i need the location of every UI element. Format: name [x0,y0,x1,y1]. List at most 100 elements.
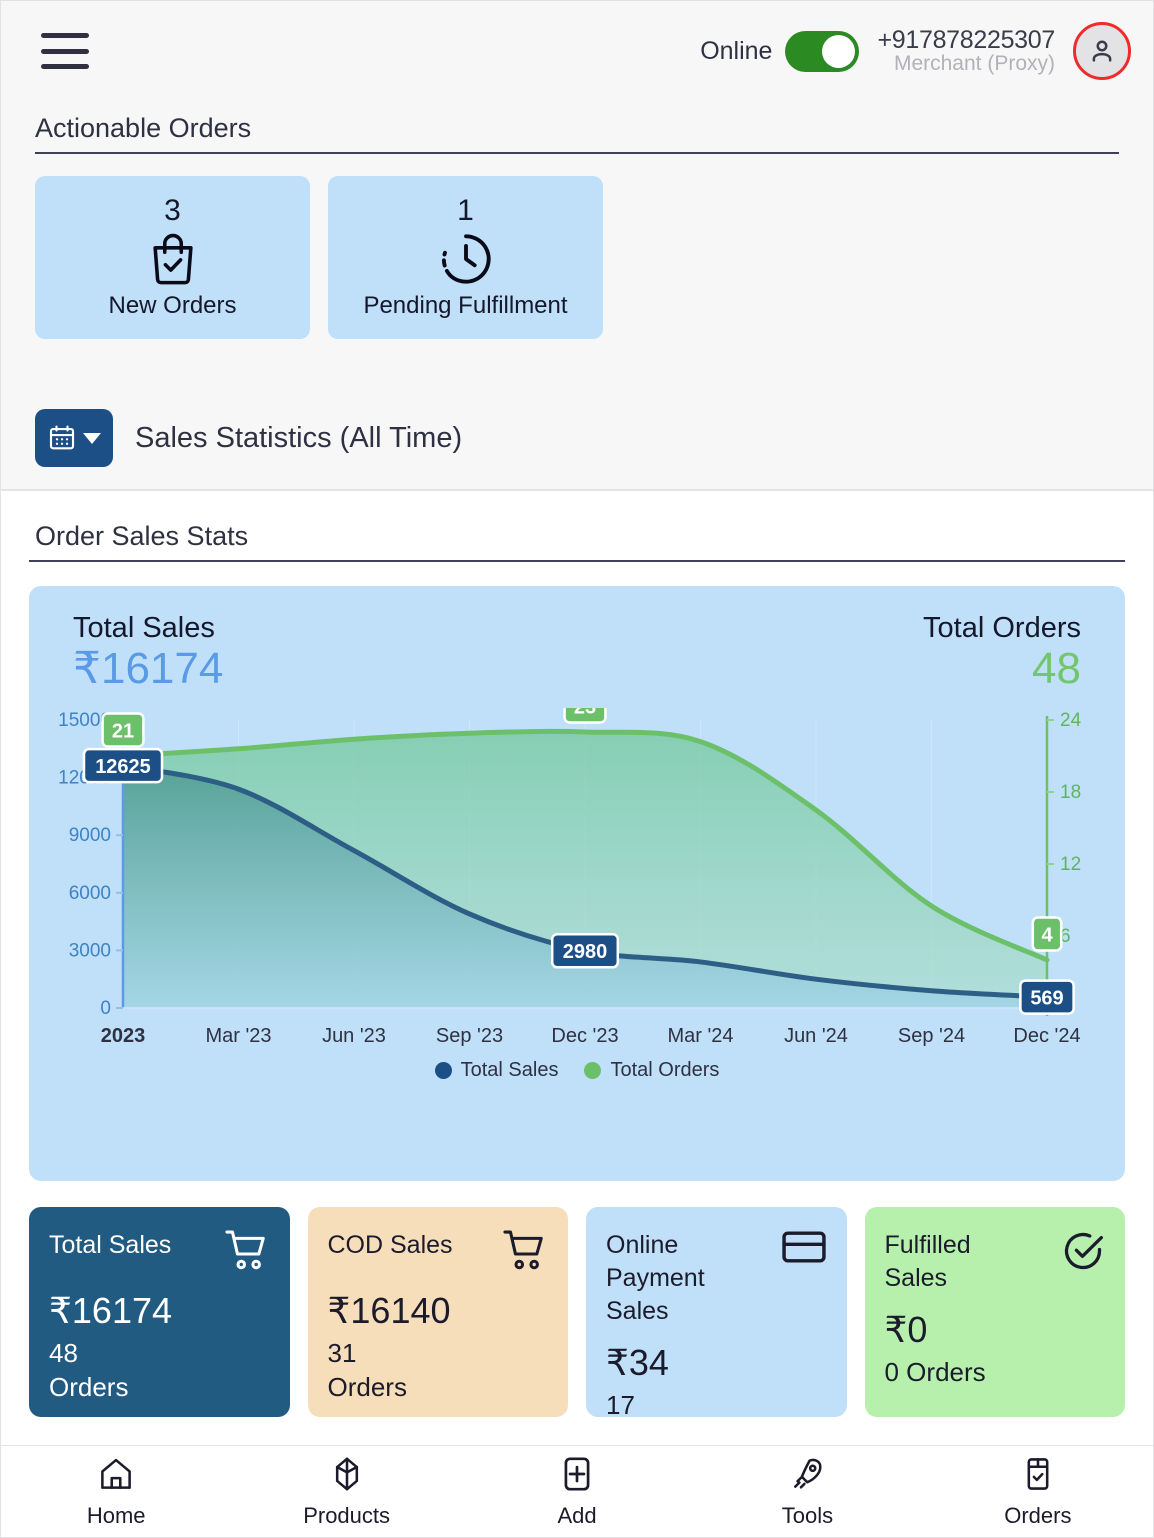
kpi-total-sales-orders-word: Orders [49,1372,129,1403]
online-status-group: Online [700,30,860,72]
kpi-fulfilled-sales-orders: 0 Orders [885,1356,1106,1390]
chart-svg: 03000600090001200015000061218242023Mar '… [58,707,1082,1047]
svg-text:2980: 2980 [563,941,608,963]
svg-text:2023: 2023 [101,1025,146,1047]
svg-text:23: 23 [574,708,596,718]
online-toggle[interactable] [785,30,860,72]
pending-fulfillment-label: Pending Fulfillment [363,292,568,320]
credit-card-icon [781,1229,827,1270]
legend-label-total-sales: Total Sales [460,1058,559,1081]
svg-text:Mar '23: Mar '23 [205,1025,271,1047]
legend-dot-total-orders [584,1061,602,1079]
svg-text:24: 24 [1060,710,1082,731]
kpi-online-payment-amount: ₹34 [606,1342,669,1383]
kpi-online-payment-label: Online Payment Sales [606,1231,705,1325]
kpi-total-sales-orders-count: 48 [49,1338,78,1369]
svg-text:12: 12 [1060,854,1081,875]
chart-total-sales-label: Total Sales [73,612,215,644]
bottom-navigation: Home Products Add Tools Orders [1,1445,1153,1537]
svg-text:Jun '24: Jun '24 [784,1025,848,1047]
svg-text:Sep '24: Sep '24 [898,1025,965,1047]
kpi-total-sales-orders: 48 Orders [49,1337,270,1405]
chart-total-sales-value: ₹16174 [73,644,224,694]
kpi-cod-sales-amount: ₹16140 [327,1290,451,1331]
kpi-card-fulfilled-sales[interactable]: Fulfilled Sales ₹0 0 Orders [864,1207,1125,1417]
plus-square-icon [558,1455,596,1498]
toggle-knob [822,34,856,68]
kpi-total-sales-label: Total Sales [49,1231,172,1259]
check-circle-icon [1061,1229,1105,1278]
svg-text:3000: 3000 [69,940,111,961]
chart-total-sales-summary: Total Sales ₹16174 [73,612,223,694]
kpi-cod-sales-orders-count: 31 [327,1338,357,1369]
nav-item-add[interactable]: Add [462,1455,692,1529]
shopping-cart-icon [224,1229,270,1276]
sales-statistics-header: Sales Statistics (All Time) [1,409,1153,491]
chart-total-orders-summary: Total Orders 48 [923,612,1081,694]
top-bar-right: Online +917878225307 Merchant (Proxy) [700,22,1131,80]
user-avatar-icon[interactable] [1073,22,1131,80]
sales-statistics-title: Sales Statistics (All Time) [135,421,463,454]
hamburger-menu-icon[interactable] [41,33,89,69]
kpi-card-online-payment-sales[interactable]: Online Payment Sales ₹34 17 [586,1207,847,1417]
nav-label-tools: Tools [781,1502,834,1528]
rocket-icon [788,1455,826,1498]
order-sales-stats-title: Order Sales Stats [29,521,1125,562]
svg-text:4: 4 [1041,924,1053,946]
kpi-cod-sales-orders-word: Orders [327,1372,407,1403]
svg-text:21: 21 [112,720,134,742]
nav-label-add: Add [557,1502,597,1528]
nav-item-products[interactable]: Products [231,1455,461,1529]
pending-fulfillment-count: 1 [457,193,474,227]
account-role: Merchant (Proxy) [893,52,1055,76]
sales-chart-card: Total Sales ₹16174 Total Orders 48 0 3000… [29,586,1125,1181]
actionable-orders-cards: 3 New Orders 1 Pending Fulfillment [35,176,1119,339]
online-label: Online [700,36,773,65]
kpi-card-cod-sales[interactable]: COD Sales ₹16140 31 Orders [307,1207,568,1417]
svg-text:Dec '23: Dec '23 [551,1025,618,1047]
svg-text:6000: 6000 [69,883,111,904]
svg-text:12625: 12625 [95,756,151,778]
actionable-card-pending-fulfillment[interactable]: 1 Pending Fulfillment [328,176,603,339]
svg-text:Jun '23: Jun '23 [322,1025,386,1047]
account-info: +917878225307 Merchant (Proxy) [877,27,1055,75]
nav-item-tools[interactable]: Tools [692,1455,922,1529]
account-phone: +917878225307 [877,25,1055,54]
chart-legend: Total Sales Total Orders [51,1059,1103,1082]
box-check-icon [1019,1455,1057,1498]
svg-text:18: 18 [1060,782,1081,803]
nav-label-products: Products [303,1502,391,1528]
svg-text:0: 0 [100,998,111,1019]
nav-label-home: Home [86,1502,146,1528]
date-range-picker-button[interactable] [35,409,113,467]
legend-dot-total-sales [434,1061,452,1079]
actionable-orders-title: Actionable Orders [35,113,1119,154]
sales-line-chart[interactable]: 03000600090001200015000061218242023Mar '… [51,707,1103,1053]
page-content: Actionable Orders 3 New Orders 1 Pending… [1,101,1153,1445]
kpi-fulfilled-sales-orders-count: 0 Orders [884,1357,986,1388]
kpi-cod-sales-orders: 31 Orders [328,1337,549,1405]
kpi-cod-sales-label: COD Sales [327,1231,453,1259]
chart-total-orders-value: 48 [1032,644,1081,694]
actionable-card-new-orders[interactable]: 3 New Orders [35,176,310,339]
clock-icon [437,228,495,290]
svg-text:Sep '23: Sep '23 [436,1025,503,1047]
chart-total-orders-label: Total Orders [923,612,1081,644]
nav-item-home[interactable]: Home [1,1455,231,1529]
kpi-card-total-sales[interactable]: Total Sales ₹16174 48 Orders [29,1207,290,1417]
shopping-cart-icon [502,1229,548,1276]
kpi-total-sales-amount: ₹16174 [49,1290,173,1331]
kpi-online-payment-orders-count: 17 [606,1390,635,1417]
legend-item-total-orders[interactable]: Total Orders [584,1059,719,1082]
nav-item-orders[interactable]: Orders [923,1455,1153,1529]
cube-icon [328,1455,366,1498]
shopping-bag-check-icon [146,228,200,290]
home-icon [97,1455,135,1498]
actionable-orders-section: Actionable Orders 3 New Orders 1 Pending… [1,101,1153,339]
chart-summary-row: Total Sales ₹16174 Total Orders 48 [51,612,1103,694]
legend-label-total-orders: Total Orders [610,1058,720,1081]
new-orders-count: 3 [164,193,181,227]
kpi-fulfilled-sales-label: Fulfilled Sales [884,1231,971,1292]
svg-text:Mar '24: Mar '24 [667,1025,733,1047]
legend-item-total-sales[interactable]: Total Sales [434,1058,559,1082]
